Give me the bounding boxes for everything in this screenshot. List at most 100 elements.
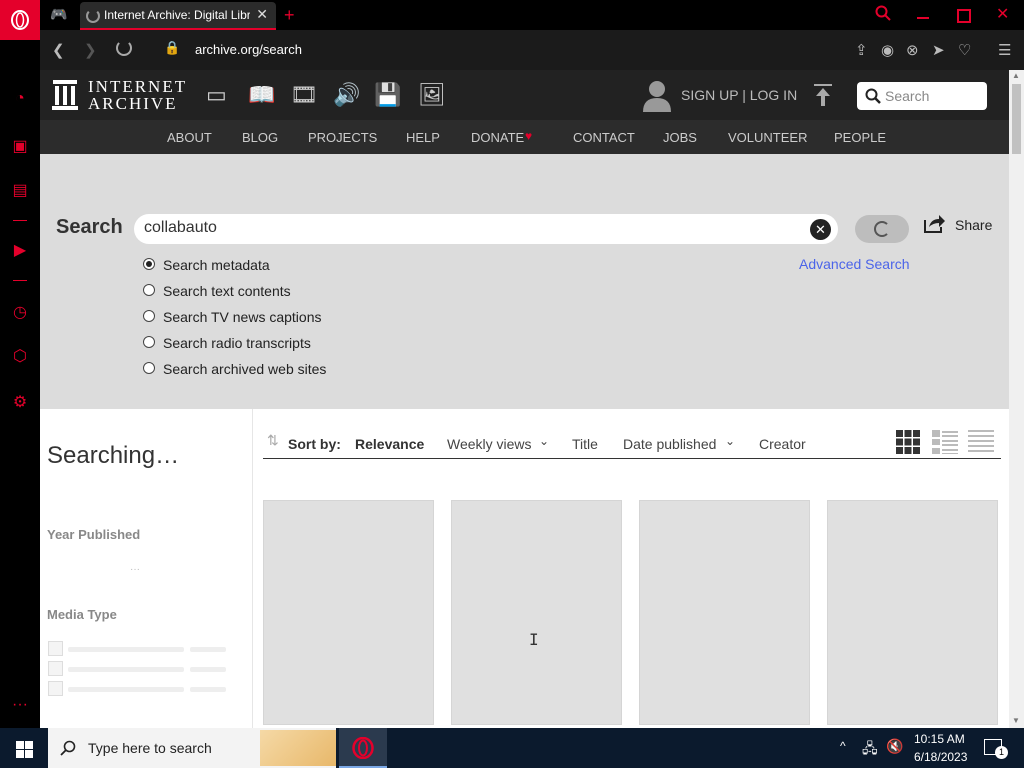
clear-search-icon[interactable]: ✕	[810, 219, 831, 240]
facet-year-heading: Year Published	[47, 527, 141, 542]
nav-volunteer[interactable]: VOLUNTEER	[728, 130, 807, 145]
forward-icon[interactable]: ❯	[84, 41, 97, 59]
windows-start-icon[interactable]	[16, 741, 33, 758]
grid-view-icon[interactable]	[896, 430, 920, 454]
signup-login-link[interactable]: SIGN UP | LOG IN	[681, 87, 797, 103]
opera-menu-button[interactable]	[0, 0, 40, 40]
radio-web-sites[interactable]	[143, 362, 155, 374]
speed-dial-icon[interactable]: ◔	[10, 90, 30, 108]
taskbar-search-box[interactable]: Type here to search	[48, 728, 336, 768]
nav-about[interactable]: ABOUT	[167, 130, 212, 145]
tab-title: Internet Archive: Digital Libr	[104, 8, 250, 22]
settings-gear-icon[interactable]: ⚙	[10, 392, 30, 412]
adblock-icon[interactable]: ⊗	[906, 41, 919, 59]
nav-help[interactable]: HELP	[406, 130, 440, 145]
option-metadata-label[interactable]: Search metadata	[163, 257, 270, 273]
sort-weekly-views[interactable]: Weekly views	[447, 436, 532, 452]
software-icon[interactable]: 💾	[374, 82, 401, 108]
user-avatar-icon[interactable]	[643, 80, 671, 117]
go-button[interactable]	[855, 215, 909, 243]
search-tabs-icon[interactable]	[875, 5, 891, 26]
radio-text-contents[interactable]	[143, 284, 155, 296]
web-icon[interactable]: ▭	[206, 82, 227, 108]
option-radio-label[interactable]: Search radio transcripts	[163, 335, 311, 351]
extensions-icon[interactable]: ⬡	[10, 346, 30, 366]
option-web-label[interactable]: Search archived web sites	[163, 361, 326, 377]
share-page-icon[interactable]: ⇪	[855, 41, 868, 59]
chevron-down-icon[interactable]: ⌄	[539, 434, 549, 448]
send-icon[interactable]: ➤	[932, 41, 945, 59]
snapshot-icon[interactable]: ◉	[881, 41, 894, 59]
ia-logo-text[interactable]: INTERNET ARCHIVE	[88, 78, 187, 112]
audio-icon[interactable]: 🔊	[333, 82, 360, 108]
searching-status: Searching…	[47, 442, 180, 469]
ia-logo-icon[interactable]	[52, 80, 78, 115]
clock-date[interactable]: 6/18/2023	[914, 750, 967, 764]
back-icon[interactable]: ❮	[52, 41, 65, 59]
history-icon[interactable]: ◷	[10, 302, 30, 322]
search-query-text: collabauto	[144, 219, 217, 236]
radio-radio-transcripts[interactable]	[143, 336, 155, 348]
video-icon[interactable]: 🎞	[290, 82, 318, 108]
nav-contact[interactable]: CONTACT	[573, 130, 635, 145]
loading-spinner-icon	[874, 221, 890, 237]
ia-search-placeholder: Search	[885, 88, 930, 104]
nav-projects[interactable]: PROJECTS	[308, 130, 377, 145]
url-field[interactable]: archive.org/search	[195, 42, 302, 57]
ia-top-bar: INTERNET ARCHIVE ▭ 📖 🎞 🔊 💾 🖼 SIGN UP | L…	[40, 70, 1009, 120]
scrollbar-thumb[interactable]	[1012, 84, 1021, 154]
logo-line1: INTERNET	[88, 77, 188, 96]
option-tv-label[interactable]: Search TV news captions	[163, 309, 322, 325]
new-tab-button[interactable]: +	[284, 5, 295, 26]
address-bar: ❮ ❯ 🔒 archive.org/search ⇪ ◉ ⊗ ➤ ♡ ☰	[40, 30, 1024, 70]
network-icon[interactable]: 🖧	[862, 738, 878, 762]
compact-list-view-icon[interactable]	[968, 430, 994, 454]
option-text-label[interactable]: Search text contents	[163, 283, 291, 299]
radio-metadata[interactable]	[143, 258, 155, 270]
gamepad-icon[interactable]: 🎮	[50, 6, 67, 23]
nav-blog[interactable]: BLOG	[242, 130, 278, 145]
more-icon[interactable]: ···	[10, 696, 30, 714]
easy-setup-icon[interactable]: ☰	[998, 41, 1011, 59]
notification-center-icon[interactable]: 1	[984, 739, 1008, 759]
reload-spinner-icon[interactable]	[116, 40, 132, 56]
sort-direction-icon[interactable]: ⇅	[267, 432, 279, 449]
sort-relevance[interactable]: Relevance	[355, 436, 424, 452]
browser-tab-active[interactable]: Internet Archive: Digital Libr ✕	[80, 2, 276, 30]
list-detail-view-icon[interactable]	[932, 430, 958, 454]
heart-icon[interactable]: ♡	[958, 41, 971, 59]
share-label[interactable]: Share	[955, 217, 992, 233]
clock-time[interactable]: 10:15 AM	[914, 732, 965, 746]
nav-donate[interactable]: DONATE	[471, 130, 524, 145]
sort-creator[interactable]: Creator	[759, 436, 806, 452]
player-icon[interactable]: ▶	[10, 240, 30, 260]
scroll-up-icon[interactable]: ▲	[1012, 71, 1020, 80]
scroll-down-icon[interactable]: ▼	[1012, 716, 1020, 725]
share-icon[interactable]	[923, 214, 945, 234]
twitch-icon[interactable]: ▤	[10, 180, 30, 200]
restore-button[interactable]	[957, 9, 971, 23]
facet-placeholder-checkbox	[48, 681, 63, 696]
radio-tv-captions[interactable]	[143, 310, 155, 322]
search-highlight-image[interactable]	[260, 730, 336, 766]
nav-jobs[interactable]: JOBS	[663, 130, 697, 145]
page-scrollbar[interactable]: ▲ ▼	[1009, 70, 1024, 728]
nav-people[interactable]: PEOPLE	[834, 130, 886, 145]
minimize-button[interactable]	[917, 17, 929, 19]
volume-muted-icon[interactable]: 🔇	[886, 738, 903, 755]
show-hidden-icons-icon[interactable]: ^	[840, 739, 846, 753]
briefcase-icon[interactable]: ▣	[10, 136, 30, 156]
ia-search-box[interactable]: Search	[857, 82, 987, 110]
advanced-search-link[interactable]: Advanced Search	[799, 256, 910, 272]
sort-title[interactable]: Title	[572, 436, 598, 452]
images-icon[interactable]: 🖼	[418, 82, 446, 108]
logo-line2: ARCHIVE	[88, 94, 178, 113]
chevron-down-icon[interactable]: ⌄	[725, 434, 735, 448]
taskbar-opera-app[interactable]	[339, 728, 387, 768]
close-window-button[interactable]: ✕	[996, 4, 1009, 24]
sort-date-published[interactable]: Date published	[623, 436, 716, 452]
upload-icon[interactable]	[814, 84, 832, 111]
texts-icon[interactable]: 📖	[248, 82, 275, 108]
search-query-input[interactable]: collabauto ✕	[134, 214, 838, 244]
close-tab-icon[interactable]: ✕	[256, 6, 268, 23]
